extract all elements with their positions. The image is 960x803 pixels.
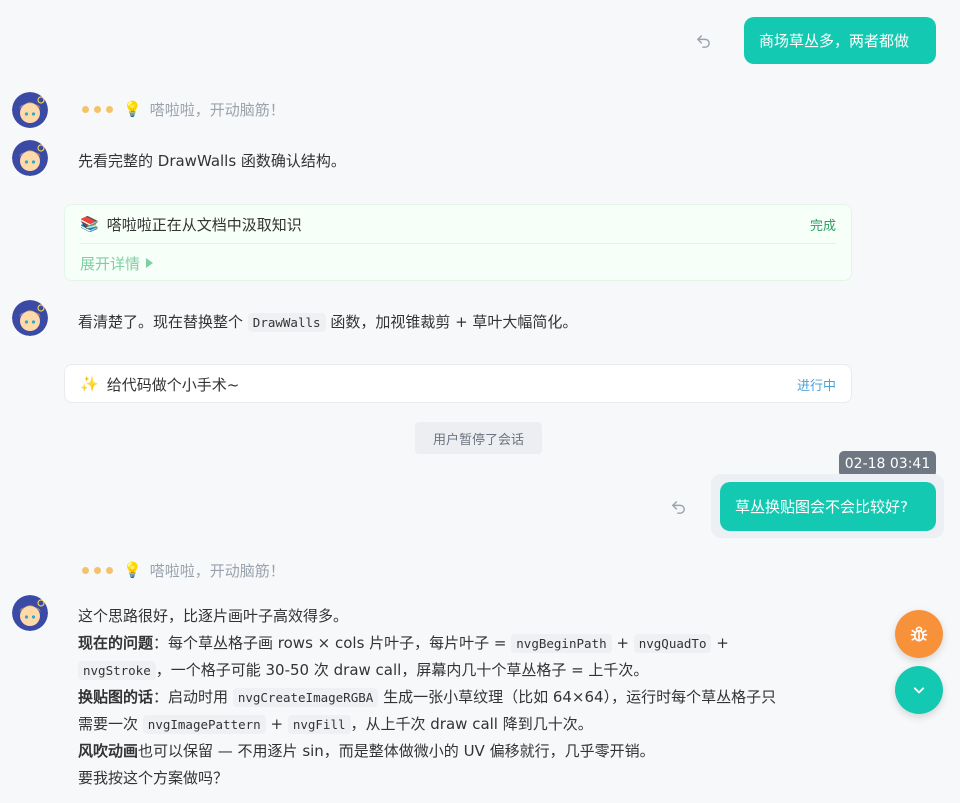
assistant-message-text: ，一个格子可能 30-50 次 draw call，屏幕内几十个草丛格子 = 上…	[155, 661, 649, 679]
message-line: 要我按这个方案做吗？	[78, 765, 878, 792]
bold-label: 风吹动画	[78, 742, 139, 760]
message-line: 这个思路很好，比逐片画叶子高效得多。	[78, 603, 878, 630]
status-badge: 完成	[809, 218, 836, 234]
inline-code: nvgStroke	[78, 661, 156, 680]
undo-icon[interactable]	[694, 32, 712, 50]
user-message-text: 商场草丛多，两者都做	[759, 32, 910, 50]
inline-code: nvgBeginPath	[511, 634, 612, 653]
inline-code: nvgFill	[287, 715, 351, 734]
books-icon: 📚	[80, 215, 99, 233]
assistant-message-text: 生成一张小草纹理（比如 64×64），运行时每个草丛格子只	[383, 688, 777, 706]
user-message-bubble: 草丛换贴图会不会比较好?	[720, 482, 936, 531]
assistant-message-text: 要我按这个方案做吗？	[78, 769, 229, 787]
message-line: nvgStroke ，一个格子可能 30-50 次 draw call，屏幕内几十…	[78, 657, 878, 684]
thinking-text: 嗒啦啦，开动脑筋！	[149, 100, 285, 119]
bulb-icon: 💡	[123, 561, 142, 579]
tool-card-header: 📚 嗒啦啦正在从文档中汲取知识 完成	[65, 205, 851, 243]
tool-card-title: 嗒啦啦正在从文档中汲取知识	[106, 215, 302, 234]
message-line: 需要一次 nvgImagePattern + nvgFill ，从上千次 draw…	[78, 711, 878, 738]
bug-icon	[910, 626, 928, 642]
tool-card: ✨ 给代码做个小手术~ 进行中	[64, 364, 852, 403]
triangle-right-icon	[146, 258, 154, 268]
status-badge: 进行中	[796, 378, 836, 394]
plus-sign: +	[616, 634, 629, 652]
assistant-message-text: 看清楚了。现在替换整个	[78, 313, 244, 331]
loading-dots	[82, 105, 113, 113]
assistant-message-text: ：每个草丛格子画 rows × cols 片叶子，每片叶子 =	[153, 634, 507, 652]
assistant-message: 这个思路很好，比逐片画叶子高效得多。 现在的问题：每个草丛格子画 rows × …	[78, 603, 878, 792]
plus-sign: +	[270, 715, 284, 733]
expand-details-button[interactable]: 展开详情	[65, 244, 851, 282]
assistant-message: 先看完整的 DrawWalls 函数确认结构。	[78, 148, 346, 175]
tool-card-title: 给代码做个小手术~	[106, 375, 240, 394]
bulb-icon: 💡	[123, 100, 142, 118]
avatar	[12, 140, 48, 176]
thinking-indicator: 💡 嗒啦啦，开动脑筋！	[82, 558, 285, 582]
inline-code: nvgImagePattern	[142, 715, 266, 734]
message-line: 风吹动画也可以保留 — 不用逐片 sin，而是整体做微小的 UV 偏移就行，几乎…	[78, 738, 878, 765]
assistant-message-text: 需要一次	[78, 715, 139, 733]
assistant-message: 看清楚了。现在替换整个 DrawWalls 函数，加视锥裁剪 + 草叶大幅简化。	[78, 309, 577, 336]
assistant-message-text: 这个思路很好，比逐片画叶子高效得多。	[78, 607, 349, 625]
avatar	[12, 300, 48, 336]
user-message-bubble: 商场草丛多，两者都做	[744, 17, 936, 64]
message-line: 现在的问题：每个草丛格子画 rows × cols 片叶子，每片叶子 = nvg…	[78, 630, 878, 657]
assistant-message-text: ，从上千次 draw call 降到几十次。	[350, 715, 593, 733]
scroll-to-bottom-button[interactable]	[895, 666, 943, 714]
expand-details-label: 展开详情	[80, 254, 141, 273]
bold-label: 现在的问题	[78, 634, 154, 652]
assistant-message-text: 函数，加视锥裁剪 + 草叶大幅简化。	[330, 313, 578, 331]
inline-code: nvgCreateImageRGBA	[232, 688, 379, 707]
assistant-message-text: 先看完整的 DrawWalls 函数确认结构。	[78, 152, 346, 170]
session-paused-notice: 用户暂停了会话	[415, 422, 542, 454]
inline-code: nvgQuadTo	[633, 634, 712, 653]
bug-report-button[interactable]	[895, 610, 943, 658]
timestamp-text: 02-18 03:41	[844, 456, 931, 472]
bold-label: 换贴图的话	[78, 688, 154, 706]
message-line: 换贴图的话：启动时用 nvgCreateImageRGBA 生成一张小草纹理（比…	[78, 684, 878, 711]
plus-sign: +	[716, 634, 729, 652]
thinking-indicator: 💡 嗒啦啦，开动脑筋！	[82, 97, 285, 121]
inline-code: DrawWalls	[247, 313, 326, 332]
assistant-message-text: ：启动时用	[153, 688, 229, 706]
loading-dots	[82, 566, 113, 574]
undo-icon[interactable]	[669, 498, 687, 516]
assistant-message-text: 也可以保留 — 不用逐片 sin，而是整体做微小的 UV 偏移就行，几乎零开销。	[138, 742, 655, 760]
tool-card: 📚 嗒啦啦正在从文档中汲取知识 完成 展开详情	[64, 204, 852, 281]
avatar	[12, 595, 48, 631]
avatar	[12, 92, 48, 128]
chevron-down-icon	[913, 687, 925, 694]
thinking-text: 嗒啦啦，开动脑筋！	[149, 561, 285, 580]
tool-card-header: ✨ 给代码做个小手术~ 进行中	[65, 365, 851, 403]
user-message-text: 草丛换贴图会不会比较好?	[735, 498, 908, 516]
session-paused-text: 用户暂停了会话	[432, 432, 524, 448]
sparkle-icon: ✨	[80, 375, 99, 393]
